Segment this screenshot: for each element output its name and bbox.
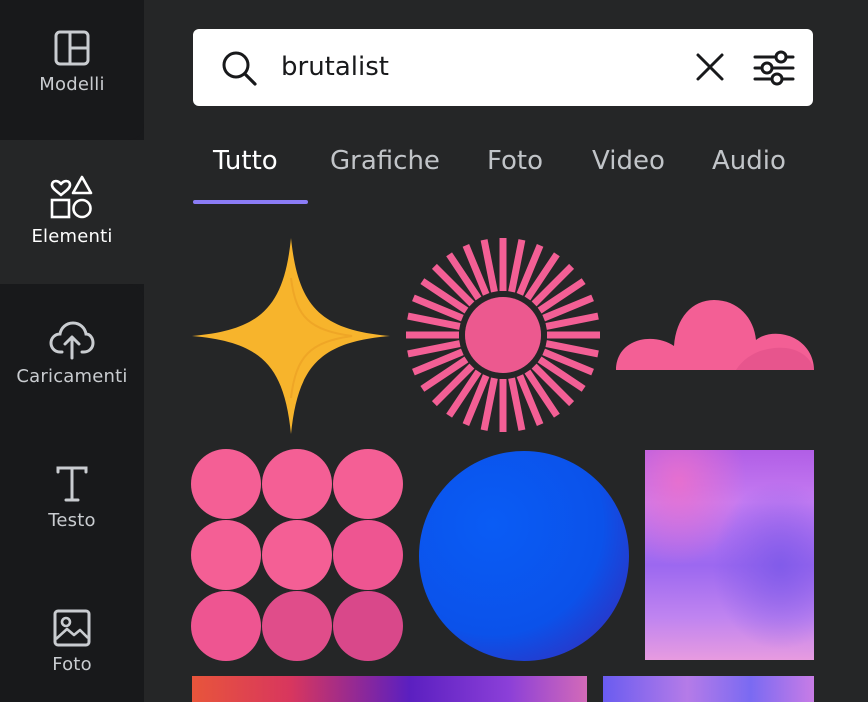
- sidebar-item-label: Elementi: [31, 226, 113, 247]
- sidebar-item-label: Modelli: [39, 74, 105, 95]
- result-blue-circle[interactable]: [418, 450, 630, 662]
- sidebar-item-label: Foto: [52, 654, 92, 675]
- result-orange-purple-gradient-strip[interactable]: [192, 676, 587, 702]
- photo-icon: [53, 609, 91, 647]
- tab-tutto[interactable]: Tutto: [213, 146, 278, 176]
- clear-icon[interactable]: [694, 51, 726, 83]
- result-pink-cloud[interactable]: [616, 298, 814, 372]
- elements-icon: [50, 175, 93, 219]
- left-sidebar: Modelli Elementi Caricamenti Testo Foto: [0, 0, 144, 702]
- sidebar-item-elementi[interactable]: Elementi: [0, 140, 144, 284]
- templates-icon: [54, 30, 90, 66]
- text-icon: [56, 466, 88, 502]
- tab-foto[interactable]: Foto: [487, 146, 543, 176]
- result-pink-circles-grid[interactable]: [191, 448, 405, 662]
- category-tabs: Tutto Grafiche Foto Video Audio: [193, 140, 833, 206]
- search-bar: [193, 29, 813, 106]
- result-yellow-sparkle-star[interactable]: [192, 238, 390, 434]
- sidebar-item-foto[interactable]: Foto: [0, 608, 144, 702]
- sidebar-item-label: Testo: [48, 510, 96, 531]
- active-tab-indicator: [193, 200, 308, 204]
- tab-video[interactable]: Video: [592, 146, 665, 176]
- tab-audio[interactable]: Audio: [712, 146, 786, 176]
- search-icon: [222, 51, 257, 86]
- result-purple-gradient-square[interactable]: [645, 450, 814, 660]
- sidebar-item-modelli[interactable]: Modelli: [0, 28, 144, 132]
- result-pink-sunburst[interactable]: [404, 236, 602, 434]
- upload-cloud-icon: [49, 321, 95, 360]
- sidebar-item-testo[interactable]: Testo: [0, 464, 144, 568]
- sidebar-item-label: Caricamenti: [16, 366, 128, 387]
- tab-grafiche[interactable]: Grafiche: [330, 146, 440, 176]
- sidebar-item-caricamenti[interactable]: Caricamenti: [0, 320, 144, 424]
- filter-sliders-icon[interactable]: [753, 49, 795, 87]
- result-blue-purple-gradient-strip[interactable]: [603, 676, 814, 702]
- search-input[interactable]: [281, 47, 661, 87]
